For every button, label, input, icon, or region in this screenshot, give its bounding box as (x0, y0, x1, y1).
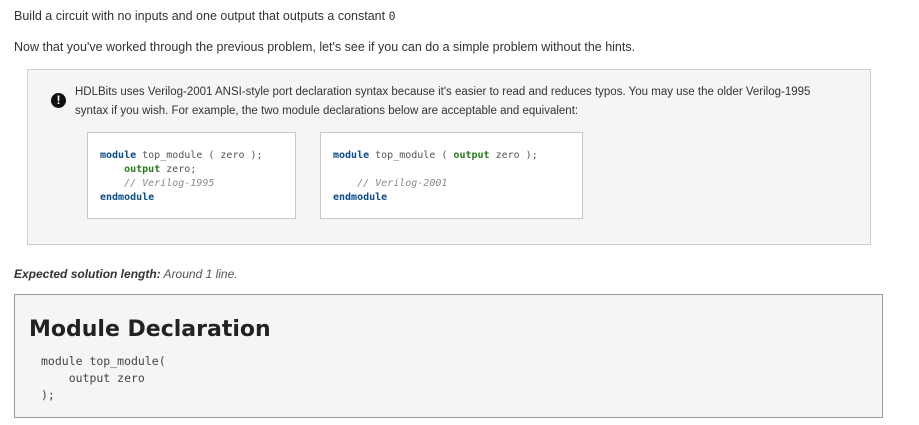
problem-intro: Now that you've worked through the previ… (14, 40, 636, 54)
code-keyword: module (100, 150, 137, 161)
expected-solution-length: Expected solution length: Around 1 line. (14, 267, 238, 281)
code-comment: // Verilog-2001 (333, 178, 448, 189)
expected-value: Around 1 line. (160, 267, 238, 281)
code-example-verilog-1995: module top_module ( zero ); output zero;… (87, 132, 296, 219)
expected-label: Expected solution length: (14, 267, 161, 281)
exclamation-icon: ! (51, 93, 66, 108)
code-keyword: module (333, 150, 370, 161)
module-declaration-title: Module Declaration (29, 317, 271, 342)
code-text: top_module ( zero ); (136, 150, 263, 161)
note-box: ! HDLBits uses Verilog-2001 ANSI-style p… (27, 69, 871, 245)
code-keyword: endmodule (100, 192, 155, 203)
code-example-verilog-2001: module top_module ( output zero ); // Ve… (320, 132, 583, 219)
code-keyword: output (453, 150, 490, 161)
code-text: zero ); (489, 150, 538, 161)
inline-code-constant: 0 (388, 9, 396, 23)
module-declaration-box: Module Declaration module top_module( ou… (14, 294, 883, 418)
code-keyword: output (124, 164, 161, 175)
code-comment: // Verilog-1995 (100, 178, 215, 189)
code-text: zero; (160, 164, 197, 175)
note-text: HDLBits uses Verilog-2001 ANSI-style por… (75, 86, 811, 117)
problem-statement-text: Build a circuit with no inputs and one o… (14, 9, 389, 23)
code-keyword: endmodule (333, 192, 388, 203)
problem-statement: Build a circuit with no inputs and one o… (14, 9, 396, 23)
module-declaration-code: module top_module( output zero ); (41, 354, 166, 402)
code-text: top_module ( (369, 150, 454, 161)
